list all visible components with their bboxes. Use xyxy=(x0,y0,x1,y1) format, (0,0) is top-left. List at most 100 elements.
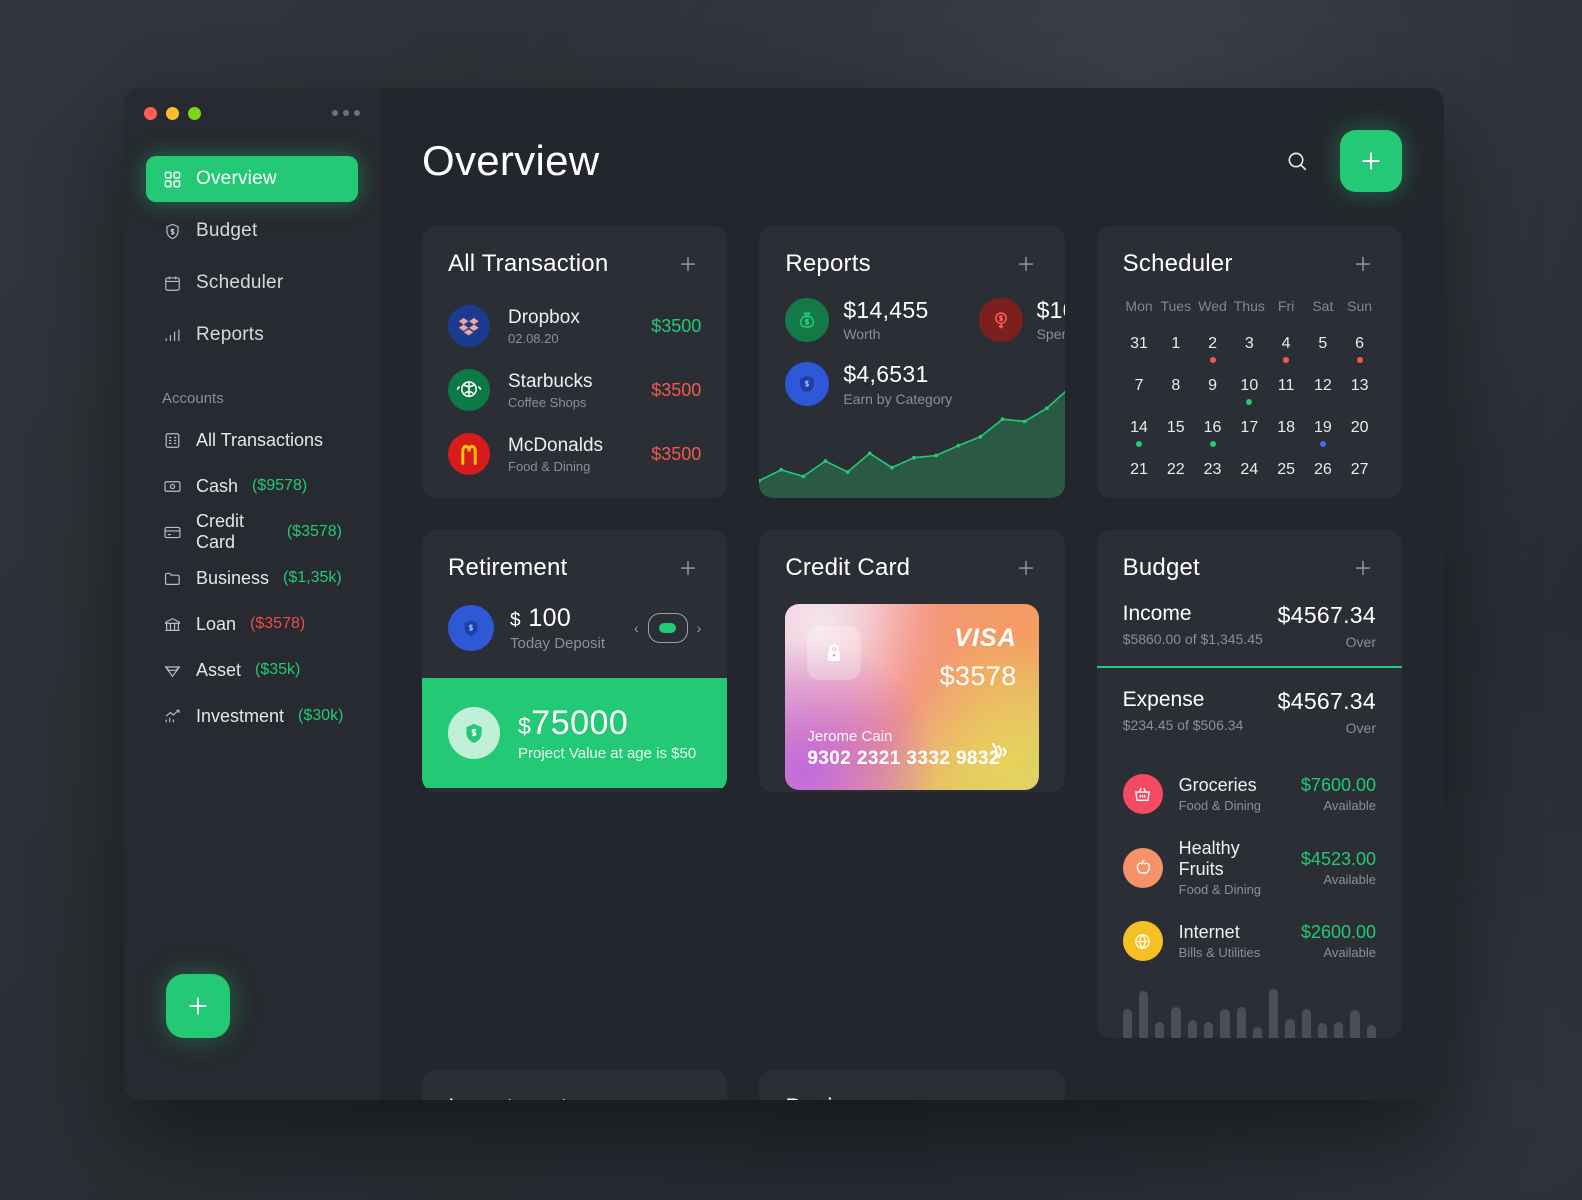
calendar-day[interactable]: 11 xyxy=(1268,370,1305,408)
retirement-label: Today Deposit xyxy=(510,635,606,652)
diamond-icon xyxy=(162,660,182,680)
shield-dollar-icon xyxy=(162,221,182,241)
list-item[interactable]: Groceries Food & Dining $7600.00 Availab… xyxy=(1122,762,1376,826)
reports-sparkline-chart xyxy=(759,391,1065,498)
calendar-day[interactable]: 16 xyxy=(1194,412,1231,450)
calendar-day[interactable]: 23 xyxy=(1194,454,1231,492)
card-title: Reports xyxy=(785,250,871,277)
carousel-next-button[interactable]: › xyxy=(697,620,702,636)
sidebar-item-reports[interactable]: Reports xyxy=(146,312,358,358)
calendar-day[interactable]: 5 xyxy=(1304,328,1341,366)
card-number: 9302 2321 3332 9832 xyxy=(807,748,1000,769)
add-business-button[interactable] xyxy=(1013,1095,1039,1100)
budget-expense-amount: $4567.34 xyxy=(1277,688,1376,714)
transaction-name: Dropbox xyxy=(508,306,580,328)
sidebar-item-cash[interactable]: Cash ($9578) xyxy=(124,463,380,509)
sidebar-item-asset[interactable]: Asset ($35k) xyxy=(124,647,380,693)
calendar-day[interactable]: 18 xyxy=(1268,412,1305,450)
data-point xyxy=(1023,419,1027,424)
calendar-day[interactable]: 17 xyxy=(1231,412,1268,450)
carousel-prev-button[interactable]: ‹ xyxy=(634,620,639,636)
calendar-day[interactable]: 3 xyxy=(1231,328,1268,366)
search-button[interactable] xyxy=(1281,145,1314,178)
mcdonalds-logo-icon xyxy=(448,433,490,475)
category-status: Available xyxy=(1323,871,1376,887)
retirement-projection-banner[interactable]: $75000 Project Value at age is $50 xyxy=(422,678,728,788)
calendar-day[interactable]: 1 xyxy=(1157,328,1194,366)
close-window-button[interactable] xyxy=(144,106,157,120)
calendar-day[interactable]: 15 xyxy=(1157,412,1194,450)
bar xyxy=(1252,1027,1263,1038)
calendar-day[interactable]: 8 xyxy=(1157,370,1194,408)
calendar-day[interactable]: 10 xyxy=(1231,370,1268,408)
calendar-day[interactable]: 26 xyxy=(1304,454,1341,492)
sidebar-item-business[interactable]: Business ($1,35k) xyxy=(124,555,380,601)
sidebar-item-all-transactions[interactable]: All Transactions xyxy=(124,417,380,463)
list-item[interactable]: Dropbox 02.08.20 $3500 xyxy=(448,294,701,358)
sidebar-item-loan[interactable]: Loan ($3578) xyxy=(124,601,380,647)
add-budget-button[interactable] xyxy=(1350,555,1376,581)
calendar-day[interactable]: 24 xyxy=(1231,454,1268,492)
add-button[interactable] xyxy=(1340,130,1402,192)
add-transaction-button[interactable] xyxy=(675,251,701,277)
add-credit-card-button[interactable] xyxy=(1013,555,1039,581)
page-title: Overview xyxy=(422,137,600,184)
category-name: Internet xyxy=(1178,922,1240,942)
currency-symbol: $ xyxy=(518,713,532,739)
calendar-day[interactable]: 9 xyxy=(1194,370,1231,408)
bar xyxy=(1171,1007,1181,1038)
sidebar-item-investment[interactable]: Investment ($30k) xyxy=(124,693,380,739)
calendar-day[interactable]: 31 xyxy=(1121,328,1158,366)
calendar-day[interactable]: 14 xyxy=(1121,412,1158,450)
dropbox-logo-icon xyxy=(448,305,490,347)
bar xyxy=(1122,1008,1132,1038)
sidebar-item-credit-card[interactable]: Credit Card ($3578) xyxy=(124,509,380,555)
carousel-toggle[interactable] xyxy=(647,613,688,643)
add-report-button[interactable] xyxy=(1013,251,1039,277)
budget-expense-row: Expense $234.45 of $506.34 $4567.34 Over xyxy=(1097,668,1402,752)
account-amount: ($1,35k) xyxy=(283,569,342,586)
more-options-icon[interactable] xyxy=(332,110,360,116)
calendar-day[interactable]: 12 xyxy=(1304,370,1341,408)
grid-icon xyxy=(162,169,182,189)
maximize-window-button[interactable] xyxy=(188,106,201,120)
contactless-icon xyxy=(983,737,1013,772)
calendar-day[interactable]: 6 xyxy=(1341,328,1378,366)
calendar-day[interactable]: 27 xyxy=(1341,454,1378,492)
calendar-day[interactable]: 21 xyxy=(1121,454,1158,492)
sidebar-add-button[interactable] xyxy=(166,974,230,1038)
sidebar-item-overview[interactable]: Overview xyxy=(146,156,358,202)
list-item[interactable]: Starbucks Coffee Shops $3500 xyxy=(448,358,701,422)
account-label: All Transactions xyxy=(196,429,324,450)
budget-income-amount: $4567.34 xyxy=(1277,602,1376,628)
category-status: Available xyxy=(1323,945,1376,960)
visa-card[interactable]: VISA $3578 Jerome Cain 9302 2321 3332 98… xyxy=(785,604,1038,790)
list-item[interactable]: McDonalds Food & Dining $3500 xyxy=(448,422,701,486)
sidebar-item-scheduler[interactable]: Scheduler xyxy=(146,260,358,306)
calendar-day[interactable]: 20 xyxy=(1341,412,1378,450)
calendar-day[interactable]: 19 xyxy=(1304,412,1341,450)
calendar-day[interactable]: 25 xyxy=(1268,454,1305,492)
list-item[interactable]: Healthy Fruits Food & Dining $4523.00 Av… xyxy=(1122,826,1376,909)
list-item[interactable]: Internet Bills & Utilities $2600.00 Avai… xyxy=(1122,909,1376,973)
transaction-amount: $3500 xyxy=(651,379,702,400)
plus-icon xyxy=(1018,256,1033,272)
add-retirement-button[interactable] xyxy=(675,555,701,581)
transaction-amount: $3500 xyxy=(651,315,702,336)
category-value: $4523.00 xyxy=(1300,848,1376,869)
add-investment-button[interactable] xyxy=(675,1095,701,1100)
minimize-window-button[interactable] xyxy=(166,106,179,120)
data-point xyxy=(956,443,961,448)
calendar-day[interactable]: 22 xyxy=(1157,454,1194,492)
retirement-amount: 100 xyxy=(528,604,572,632)
globe-icon xyxy=(1122,921,1163,961)
add-schedule-button[interactable] xyxy=(1350,251,1376,277)
calendar-day[interactable]: 7 xyxy=(1121,370,1158,408)
calendar-day[interactable]: 2 xyxy=(1194,328,1231,366)
sidebar-item-budget[interactable]: Budget xyxy=(146,208,358,254)
receipt-icon xyxy=(162,430,182,450)
calendar-day[interactable]: 13 xyxy=(1341,370,1378,408)
dashboard-grid-row-2: Retirement $ 100 Today Deposit ‹ › $7500… xyxy=(422,530,1402,1038)
calendar-day[interactable]: 4 xyxy=(1268,328,1305,366)
credit-card-icon xyxy=(162,522,182,542)
